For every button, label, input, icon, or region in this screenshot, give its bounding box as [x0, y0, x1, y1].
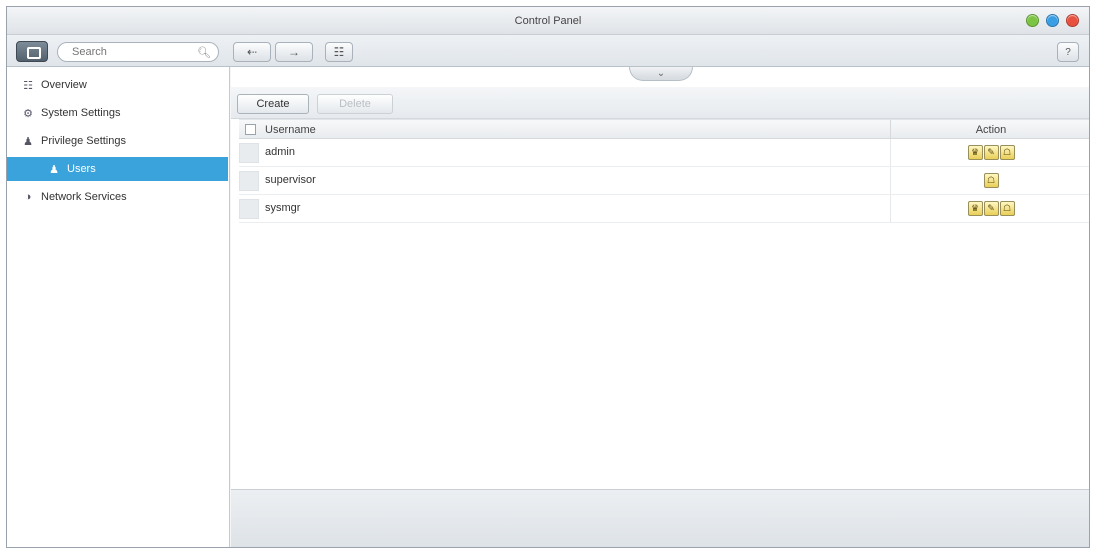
grid-icon: ☷ [333, 45, 345, 59]
sidebar-item-label: Users [67, 163, 96, 175]
select-all-checkbox[interactable] [245, 124, 256, 135]
user-group-icon[interactable]: ♛ [967, 145, 983, 160]
close-icon[interactable] [1066, 14, 1079, 27]
lock-icon[interactable]: ☖ [999, 145, 1015, 160]
table-header: Username Action [239, 119, 1089, 139]
column-header-action: Action [890, 120, 1089, 139]
sidebar: ☷ Overview ⚙ System Settings ♟ Privilege… [7, 67, 230, 547]
table-row[interactable]: sysmgr ♛ ✎ ☖ [239, 195, 1089, 223]
edit-icon[interactable]: ✎ [983, 201, 999, 216]
collapse-toggle[interactable]: ⌄ [629, 67, 693, 81]
delete-button[interactable]: Delete [317, 94, 393, 114]
sidebar-item-label: Overview [41, 79, 87, 91]
lock-icon[interactable]: ☖ [999, 201, 1015, 216]
table-row[interactable]: supervisor ☖ [239, 167, 1089, 195]
forward-arrow-icon: → [288, 45, 300, 59]
sidebar-item-network-services[interactable]: ◑ Network Services [7, 185, 228, 209]
back-arrow-icon: ⇠ [246, 45, 258, 59]
action-bar: Create Delete [231, 87, 1089, 119]
chevron-down-icon: ⌄ [656, 68, 666, 79]
title-bar: Control Panel [7, 7, 1089, 35]
forward-button[interactable]: → [275, 42, 313, 62]
search-input[interactable] [72, 46, 197, 58]
toolbar: 🔍︎ ⇠ → ☷ ? [7, 35, 1089, 67]
back-button[interactable]: ⇠ [233, 42, 271, 62]
lock-icon[interactable]: ☖ [983, 173, 999, 188]
table-row[interactable]: admin ♛ ✎ ☖ [239, 139, 1089, 167]
maximize-icon[interactable] [1046, 14, 1059, 27]
sidebar-item-label: Privilege Settings [41, 135, 126, 147]
help-icon: ? [1065, 46, 1071, 58]
control-panel-window: Control Panel 🔍︎ ⇠ → ☷ ? ☷ Overview [6, 6, 1090, 548]
help-button[interactable]: ? [1057, 42, 1079, 62]
edit-icon[interactable]: ✎ [983, 145, 999, 160]
row-select-checkbox[interactable] [239, 199, 259, 219]
search-box[interactable]: 🔍︎ [57, 42, 219, 62]
username-cell: admin [265, 146, 295, 158]
overview-icon: ☷ [23, 79, 33, 92]
create-button[interactable]: Create [237, 94, 309, 114]
action-cell: ☖ [890, 167, 1089, 194]
sidebar-item-label: System Settings [41, 107, 121, 119]
main-panel: ⌄ Create Delete Username Action admin ♛ … [231, 67, 1089, 547]
sidebar-item-label: Network Services [41, 191, 127, 203]
action-cell: ♛ ✎ ☖ [890, 195, 1089, 222]
row-select-checkbox[interactable] [239, 171, 259, 191]
users-table: Username Action admin ♛ ✎ ☖ supervisor ☖ [239, 119, 1089, 223]
users-icon: ♟ [49, 163, 59, 176]
user-icon: ♟ [23, 135, 33, 148]
action-cell: ♛ ✎ ☖ [890, 139, 1089, 166]
column-header-username[interactable]: Username [265, 124, 316, 136]
sidebar-item-users[interactable]: ♟ Users [7, 157, 228, 181]
globe-icon: ◑ [24, 191, 32, 203]
sidebar-item-system-settings[interactable]: ⚙ System Settings [7, 101, 228, 125]
username-cell: sysmgr [265, 202, 301, 214]
window-title: Control Panel [514, 14, 582, 27]
user-group-icon[interactable]: ♛ [967, 201, 983, 216]
minimize-icon[interactable] [1026, 14, 1039, 27]
footer-bar [231, 489, 1089, 547]
window-controls [1026, 14, 1079, 27]
gear-icon: ⚙ [23, 107, 33, 120]
sidebar-item-overview[interactable]: ☷ Overview [7, 73, 228, 97]
search-icon[interactable]: 🔍︎ [197, 46, 211, 59]
sidebar-item-privilege-settings[interactable]: ♟ Privilege Settings [7, 129, 228, 153]
username-cell: supervisor [265, 174, 316, 186]
grid-view-button[interactable]: ☷ [325, 42, 353, 62]
row-select-checkbox[interactable] [239, 143, 259, 163]
home-icon[interactable] [16, 41, 48, 62]
